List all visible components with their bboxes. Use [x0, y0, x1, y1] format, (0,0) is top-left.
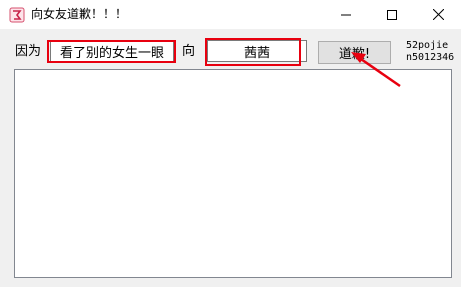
app-window: 向女友道歉！！！ 因为 看了别的女生一眼 向 茜茜 道歉! 52pojie n5…	[0, 0, 461, 287]
minimize-button[interactable]	[323, 0, 369, 29]
close-icon	[432, 9, 444, 20]
app-icon	[9, 7, 25, 23]
reason-input[interactable]: 看了别的女生一眼	[50, 41, 174, 62]
name-input[interactable]: 茜茜	[207, 40, 307, 62]
credit-line-1: 52pojie	[406, 40, 449, 51]
output-textarea[interactable]	[14, 69, 452, 278]
apologize-button[interactable]: 道歉!	[318, 41, 391, 64]
because-label: 因为	[15, 44, 42, 59]
credit-line-2: n5012346	[406, 52, 455, 63]
window-title: 向女友道歉！！！	[31, 7, 128, 21]
maximize-button[interactable]	[369, 0, 415, 29]
maximize-icon	[387, 9, 397, 20]
to-label: 向	[182, 44, 196, 59]
close-button[interactable]	[415, 0, 461, 29]
title-bar: 向女友道歉！！！	[0, 0, 461, 29]
credit-text: 52pojie n5012346	[406, 40, 454, 64]
minimize-icon	[341, 14, 351, 15]
